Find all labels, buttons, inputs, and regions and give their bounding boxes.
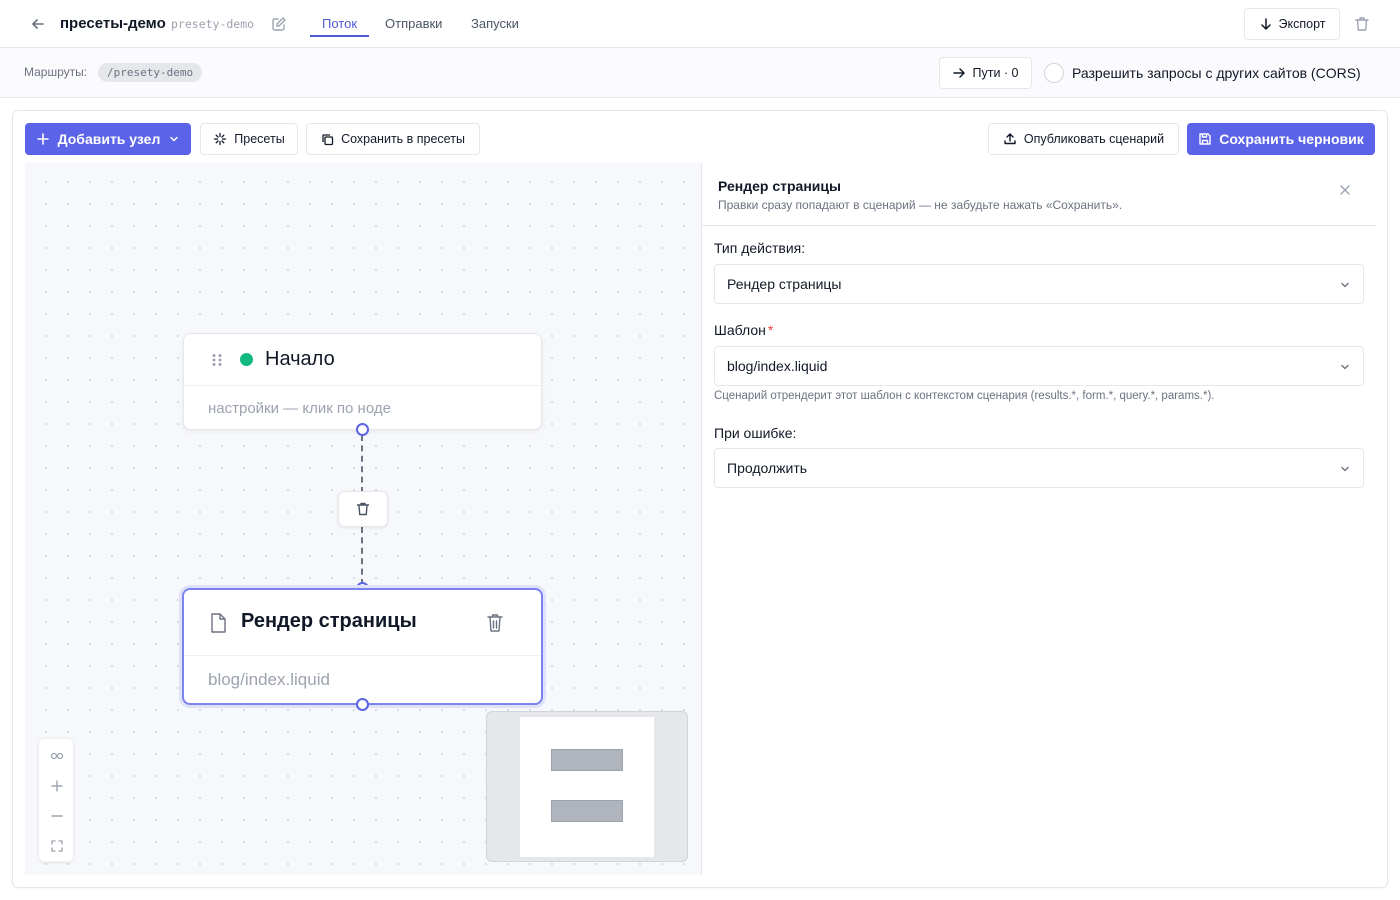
- chevron-down-icon: [1339, 279, 1351, 291]
- close-icon[interactable]: [1337, 182, 1353, 198]
- template-label: Шаблон *: [714, 322, 773, 338]
- on-error-select[interactable]: Продолжить: [714, 448, 1364, 488]
- on-error-value: Продолжить: [727, 460, 808, 476]
- start-node-output-handle[interactable]: [356, 423, 369, 436]
- paths-label: Пути · 0: [972, 66, 1019, 80]
- copy-icon: [322, 133, 334, 145]
- document-icon: [208, 612, 228, 634]
- panel-hint: Правки сразу попадают в сценарий — не за…: [718, 198, 1123, 212]
- arrow-down-icon: [1260, 18, 1271, 30]
- template-select[interactable]: blog/index.liquid: [714, 346, 1364, 386]
- status-dot: [240, 353, 253, 366]
- render-node-header: Рендер страницы: [184, 590, 541, 656]
- upload-icon: [1004, 133, 1016, 145]
- add-node-button[interactable]: Добавить узел: [25, 123, 191, 155]
- start-node-subtitle: настройки — клик по ноде: [208, 400, 391, 417]
- panel-header: Рендер страницы Правки сразу попадают в …: [702, 163, 1376, 226]
- render-node-output-handle[interactable]: [356, 698, 369, 711]
- chevron-down-icon: [1339, 463, 1351, 475]
- fit-link-icon[interactable]: [39, 741, 75, 771]
- chevron-down-icon: [170, 136, 179, 142]
- tab-flow[interactable]: Поток: [322, 16, 357, 31]
- render-node-title: Рендер страницы: [241, 610, 417, 632]
- cors-checkbox[interactable]: [1044, 63, 1064, 83]
- routes-label: Маршруты:: [24, 65, 88, 79]
- zoom-in-icon[interactable]: [39, 771, 75, 801]
- delete-edge-button[interactable]: [338, 491, 388, 527]
- save-draft-button[interactable]: Сохранить черновик: [1187, 123, 1375, 155]
- minimap-node: [551, 749, 623, 771]
- template-help: Сценарий отрендерит этот шаблон с контек…: [714, 390, 1215, 402]
- arrow-right-icon: [953, 68, 966, 78]
- start-node-title: Начало: [265, 348, 335, 370]
- on-error-label: При ошибке:: [714, 425, 797, 441]
- template-value: blog/index.liquid: [727, 358, 828, 374]
- render-node[interactable]: Рендер страницы blog/index.liquid: [182, 588, 543, 705]
- presets-label: Пресеты: [234, 132, 285, 146]
- action-type-label: Тип действия:: [714, 240, 806, 256]
- fullscreen-icon[interactable]: [39, 831, 75, 861]
- route-chip: /presety-demo: [98, 63, 203, 82]
- panel-title: Рендер страницы: [718, 178, 841, 194]
- start-node-header: Начало: [184, 334, 541, 386]
- drag-handle-icon[interactable]: [211, 353, 223, 367]
- minimap[interactable]: [486, 711, 688, 862]
- edge-line[interactable]: [361, 527, 363, 585]
- active-tab-indicator: [310, 35, 369, 37]
- minimap-node: [551, 800, 623, 822]
- template-label-text: Шаблон: [714, 322, 766, 338]
- publish-button[interactable]: Опубликовать сценарий: [988, 123, 1179, 155]
- canvas-controls: [38, 738, 74, 862]
- top-bar: пресеты-демо presety-demo Поток Отправки…: [0, 0, 1400, 48]
- add-node-label: Добавить узел: [57, 131, 161, 147]
- cors-label[interactable]: Разрешить запросы с других сайтов (CORS): [1072, 65, 1361, 81]
- trash-icon: [356, 502, 370, 516]
- flow-canvas[interactable]: Начало настройки — клик по ноде Рендер с…: [25, 163, 701, 875]
- paths-button[interactable]: Пути · 0: [939, 57, 1032, 89]
- export-button[interactable]: Экспорт: [1244, 8, 1340, 40]
- zoom-out-icon[interactable]: [39, 801, 75, 831]
- start-node[interactable]: Начало настройки — клик по ноде: [183, 333, 542, 430]
- edge-line[interactable]: [361, 435, 363, 493]
- action-type-value: Рендер страницы: [727, 276, 842, 292]
- sparkle-icon: [214, 132, 227, 146]
- save-draft-label: Сохранить черновик: [1219, 131, 1364, 147]
- node-settings-panel: Рендер страницы Правки сразу попадают в …: [701, 163, 1376, 875]
- save-to-presets-button[interactable]: Сохранить в пресеты: [306, 123, 480, 155]
- render-node-subtitle: blog/index.liquid: [208, 670, 330, 689]
- back-arrow-icon[interactable]: [28, 14, 48, 34]
- delete-node-trash-icon[interactable]: [485, 612, 505, 634]
- delete-project-trash-icon[interactable]: [1353, 15, 1371, 33]
- save-to-presets-label: Сохранить в пресеты: [341, 132, 465, 146]
- chevron-down-icon: [1339, 361, 1351, 373]
- plus-icon: [36, 133, 49, 145]
- action-type-select[interactable]: Рендер страницы: [714, 264, 1364, 304]
- floppy-save-icon: [1199, 133, 1211, 145]
- tab-submissions[interactable]: Отправки: [385, 16, 442, 31]
- publish-label: Опубликовать сценарий: [1023, 132, 1165, 146]
- tab-runs[interactable]: Запуски: [471, 16, 519, 31]
- export-label: Экспорт: [1278, 17, 1326, 31]
- required-asterisk: *: [767, 322, 774, 338]
- presets-button[interactable]: Пресеты: [200, 123, 298, 155]
- minimap-viewport: [520, 717, 654, 857]
- project-title: пресеты-демо: [60, 15, 166, 32]
- edit-icon[interactable]: [271, 16, 287, 32]
- project-slug: presety-demo: [171, 17, 255, 31]
